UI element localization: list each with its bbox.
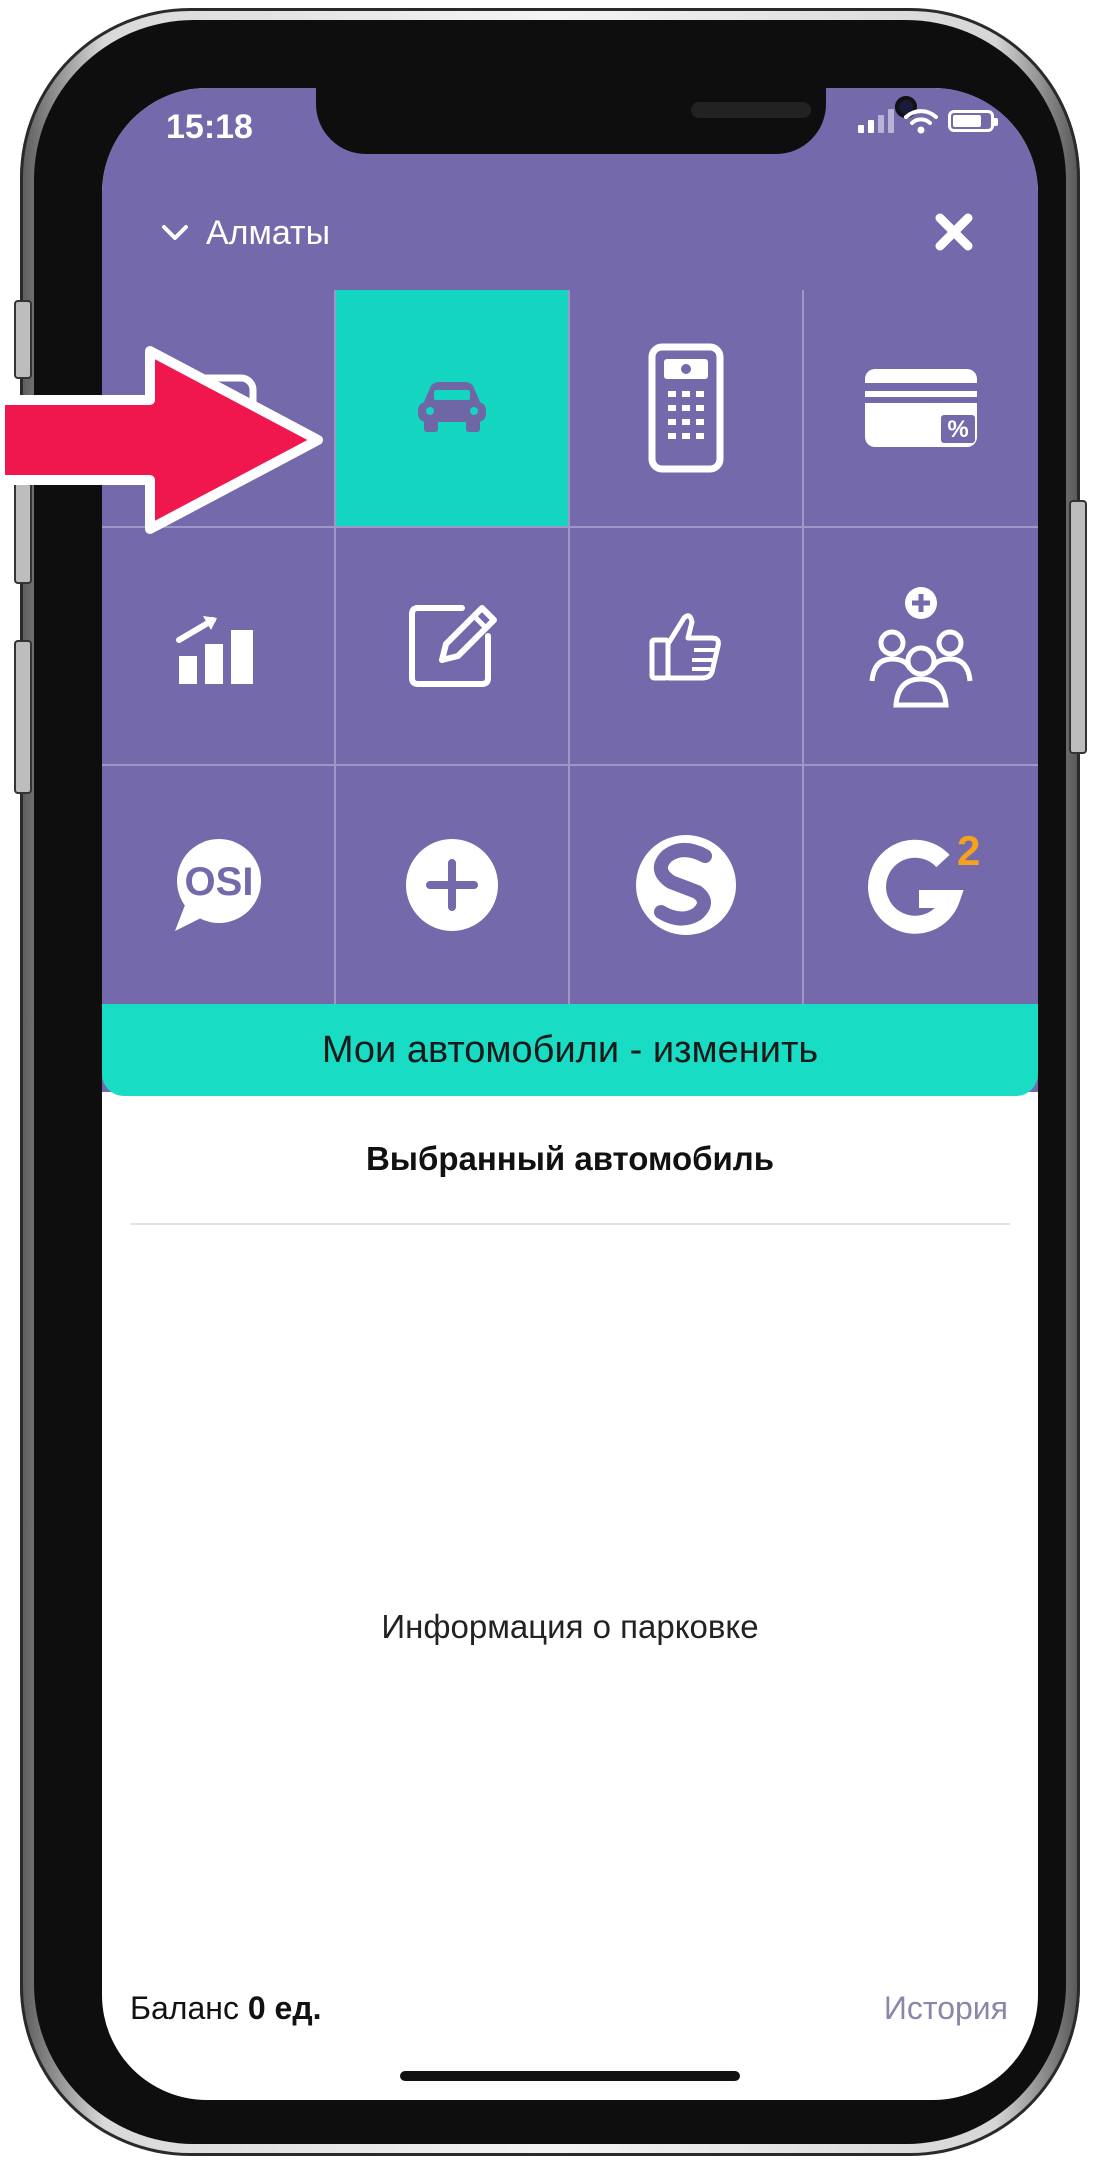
- svg-text:%: %: [947, 416, 968, 443]
- notch: [316, 88, 917, 154]
- g2-superscript: 2: [957, 827, 980, 874]
- osi-label: OSI: [185, 860, 254, 904]
- wifi-icon: [904, 109, 938, 134]
- grid-cell-like[interactable]: [570, 528, 804, 766]
- home-indicator[interactable]: [400, 2071, 740, 2081]
- arrow-annotation-icon: [0, 346, 323, 534]
- edit-icon: [409, 605, 497, 687]
- grid-cell-g2[interactable]: 2: [804, 766, 1038, 1004]
- s-logo-icon: [636, 835, 736, 935]
- speaker: [691, 102, 811, 118]
- volume-down-button: [14, 640, 32, 794]
- grid-cell-add[interactable]: [336, 766, 570, 1004]
- header: Алматы: [102, 198, 1038, 278]
- grid-cell-edit[interactable]: [336, 528, 570, 766]
- balance-label: Баланс: [130, 1990, 239, 2026]
- thumbs-up-icon: [649, 613, 721, 681]
- parking-info-text: Информация о парковке: [381, 1608, 759, 1645]
- divider: [130, 1223, 1010, 1225]
- grid-cell-s-logo[interactable]: [570, 766, 804, 1004]
- plus-circle-icon: [406, 839, 498, 931]
- balance: Баланс 0 ед.: [130, 1990, 322, 2027]
- signal-icon: [858, 109, 894, 133]
- discount-card-icon: %: [865, 369, 977, 447]
- selected-car-title: Выбранный автомобиль: [365, 1140, 775, 1177]
- power-button: [1069, 500, 1087, 754]
- close-icon[interactable]: [932, 210, 976, 254]
- chevron-down-icon[interactable]: [160, 218, 190, 248]
- grid-cell-osi[interactable]: OSI: [102, 766, 336, 1004]
- balance-value: 0 ед.: [247, 1990, 322, 2026]
- bar-chart-icon: [176, 616, 253, 684]
- city-selector[interactable]: Алматы: [206, 214, 330, 253]
- g2-logo-icon: 2: [868, 827, 980, 934]
- status-icons: [858, 108, 998, 134]
- osi-chat-icon: OSI: [175, 839, 261, 931]
- intercom-icon: [648, 343, 724, 473]
- status-time: 15:18: [166, 108, 253, 146]
- grid-cell-discount[interactable]: %: [804, 290, 1038, 528]
- car-icon: [418, 382, 486, 432]
- my-cars-banner[interactable]: Мои автомобили - изменить: [102, 1004, 1038, 1096]
- battery-icon: [948, 110, 998, 132]
- grid-cell-add-group[interactable]: [804, 528, 1038, 766]
- grid-cell-stats[interactable]: [102, 528, 336, 766]
- grid-cell-car[interactable]: [336, 290, 570, 528]
- add-group-icon: [869, 587, 973, 708]
- history-link[interactable]: История: [884, 1990, 1008, 2027]
- grid-cell-intercom[interactable]: [570, 290, 804, 528]
